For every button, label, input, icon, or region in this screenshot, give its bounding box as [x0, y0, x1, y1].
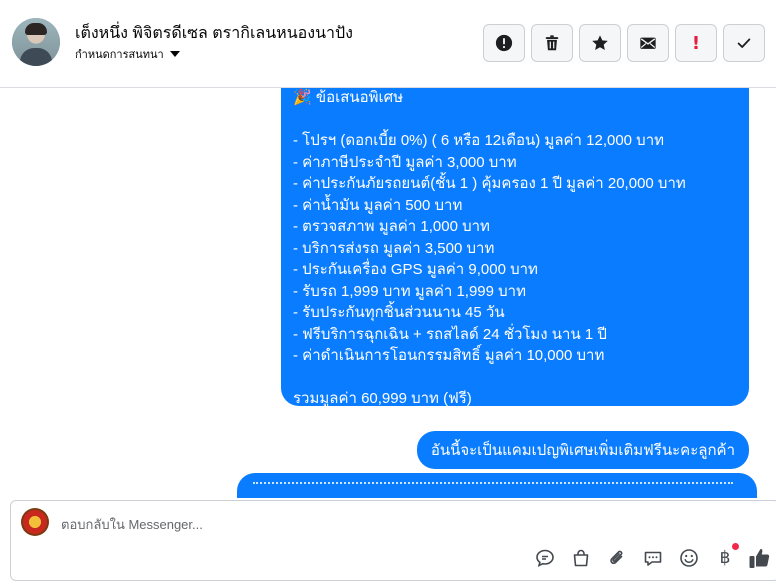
offer-total: รวมมูลค่า 60,999 บาท (ฟรี) [293, 390, 472, 407]
offer-line: - ประกันเครื่อง GPS มูลค่า 9,000 บาท [293, 261, 538, 278]
exclamation-icon: ! [691, 32, 701, 54]
partial-message-bubble [237, 473, 757, 498]
offer-line: - ค่าภาษีประจำปี มูลค่า 3,000 บาท [293, 153, 517, 171]
offer-line: - รับประกันทุกชิ้นส่วนนาน 45 วัน [293, 304, 505, 321]
composer-toolbar: ฿ [534, 543, 739, 569]
messenger-page: เต็งหนึ่ง พิจิตรดีเซล ตรากิเลนหนองนาปัง … [0, 0, 776, 587]
page-avatar [21, 508, 49, 536]
baht-icon: ฿ [719, 548, 731, 568]
priority-button[interactable]: ! [675, 24, 717, 62]
thumbs-up-icon [749, 549, 770, 568]
offer-line: - รับรถ 1,999 บาท มูลค่า 1,999 บาท [293, 282, 526, 300]
like-button[interactable] [748, 546, 772, 570]
shop-button[interactable] [570, 547, 592, 569]
emoji-button[interactable] [678, 547, 700, 569]
schedule-label: กำหนดการสนทนา [75, 49, 164, 61]
attach-button[interactable] [606, 547, 628, 569]
notification-dot [732, 543, 739, 550]
comment-icon [644, 551, 662, 566]
star-button[interactable] [579, 24, 621, 62]
check-icon [737, 38, 751, 48]
reply-input[interactable]: ตอบกลับใน Messenger... [61, 514, 203, 535]
trash-icon [545, 35, 559, 51]
message-thread: 🎉 ข้อเสนอพิเศษ - โปรฯ (ดอกเบี้ย 0%) ( 6 … [0, 88, 776, 498]
delete-button[interactable] [531, 24, 573, 62]
offer-line: - โปรฯ (ดอกเบี้ย 0%) ( 6 หรือ 12เดือน) ม… [293, 132, 665, 149]
bag-icon [573, 549, 589, 567]
mail-button[interactable] [627, 24, 669, 62]
caret-down-icon [169, 51, 180, 57]
paperclip-icon [610, 550, 623, 565]
done-button[interactable] [723, 24, 765, 62]
reply-composer: ตอบกลับใน Messenger... ฿ [0, 498, 776, 587]
saved-reply-button[interactable] [534, 547, 556, 569]
payment-button[interactable]: ฿ [714, 543, 739, 569]
offer-line: - ค่าน้ำมัน มูลค่า 500 บาท [293, 196, 463, 214]
offer-line: - ค่าดำเนินการโอนกรรมสิทธิ์ มูลค่า 10,00… [293, 347, 605, 364]
spam-button[interactable] [483, 24, 525, 62]
chat-reply-icon [536, 549, 554, 567]
offer-line: - ตรวจสภาพ มูลค่า 1,000 บาท [293, 218, 490, 235]
emoji-icon [680, 549, 698, 567]
offer-line: - บริการส่งรถ มูลค่า 3,500 บาท [293, 239, 495, 257]
schedule-dropdown[interactable]: กำหนดการสนทนา [75, 45, 180, 63]
alert-circle-icon [495, 34, 513, 52]
offer-message-bubble: 🎉 ข้อเสนอพิเศษ - โปรฯ (ดอกเบี้ย 0%) ( 6 … [281, 88, 749, 407]
envelope-icon [640, 37, 656, 49]
contact-avatar[interactable] [12, 18, 60, 66]
quick-reply-button[interactable] [642, 547, 664, 569]
offer-line: - ฟรีบริการฉุกเฉิน + รถสไลด์ 24 ชั่วโมง … [293, 325, 607, 343]
conversation-header: เต็งหนึ่ง พิจิตรดีเซล ตรากิเลนหนองนาปัง … [0, 0, 776, 88]
campaign-message-bubble: อันนี้จะเป็นแคมเปญพิเศษเพิ่มเติมฟรีนะคะล… [416, 431, 749, 469]
offer-line: - ค่าประกันภัยรถยนต์(ชั้น 1 ) คุ้มครอง 1… [293, 175, 686, 192]
contact-name: เต็งหนึ่ง พิจิตรดีเซล ตรากิเลนหนองนาปัง [75, 25, 353, 42]
star-icon [592, 35, 608, 51]
header-actions: ! [483, 24, 765, 62]
offer-title: 🎉 ข้อเสนอพิเศษ [293, 89, 404, 106]
